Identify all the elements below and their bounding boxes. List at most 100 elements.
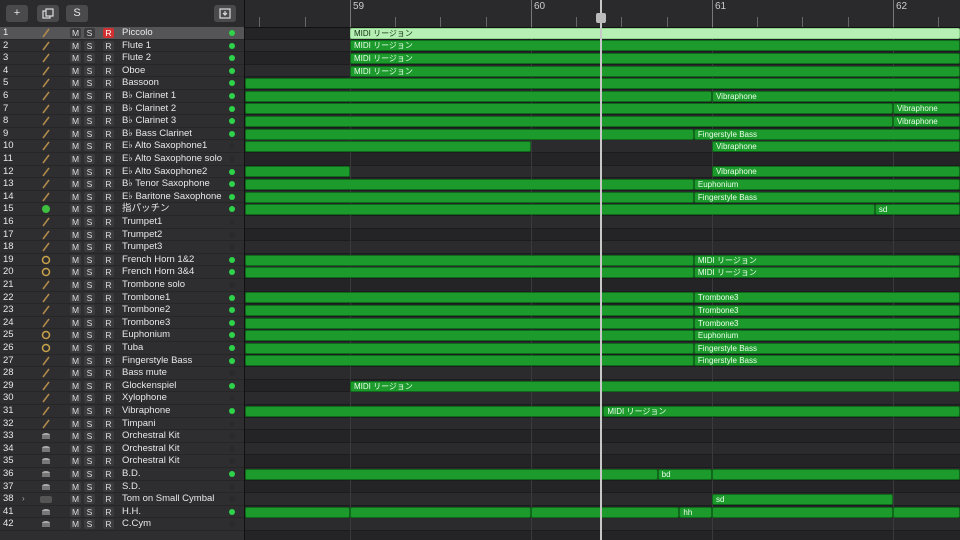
midi-region[interactable]: sd [874, 204, 960, 216]
track-name[interactable]: B♭ Bass Clarinet [122, 128, 192, 140]
track-row[interactable]: 24 M S R Trombone3 [0, 317, 244, 330]
solo-button[interactable]: S [84, 280, 95, 290]
mute-button[interactable]: M [70, 443, 81, 454]
solo-button[interactable]: S [84, 494, 95, 505]
track-row[interactable]: 36 M S R B.D. [0, 468, 244, 481]
track-row[interactable]: 11 M S R E♭ Alto Saxophone solo [0, 153, 244, 166]
track-row[interactable]: 34 M S R Orchestral Kit [0, 443, 244, 456]
track-on-indicator[interactable] [229, 370, 235, 377]
track-name[interactable]: Orchestral Kit [122, 430, 180, 442]
solo-button[interactable]: S [84, 456, 95, 467]
midi-region[interactable]: MIDI リージョン [349, 40, 960, 52]
track-on-indicator[interactable] [229, 143, 235, 150]
midi-region[interactable]: Trombone3 [693, 317, 960, 329]
midi-region[interactable] [245, 267, 694, 279]
track-row[interactable]: 5 M S R Bassoon [0, 77, 244, 90]
mute-button[interactable]: M [70, 481, 81, 492]
midi-region[interactable]: Euphonium [693, 330, 960, 342]
track-on-indicator[interactable] [229, 193, 235, 200]
track-on-indicator[interactable] [229, 244, 235, 251]
mute-button[interactable]: M [70, 28, 81, 38]
mute-button[interactable]: M [70, 292, 81, 303]
track-name[interactable]: Timpani [122, 418, 155, 430]
track-name[interactable]: E♭ Alto Saxophone2 [122, 166, 207, 178]
track-on-indicator[interactable] [229, 80, 235, 87]
record-enable-button[interactable]: R [103, 418, 114, 429]
mute-button[interactable]: M [70, 166, 81, 177]
midi-region[interactable]: Vibraphone [892, 116, 960, 127]
track-row[interactable]: 13 M S R B♭ Tenor Saxophone [0, 178, 244, 191]
solo-button[interactable]: S [84, 91, 95, 101]
midi-region[interactable] [711, 468, 960, 480]
track-name[interactable]: Trombone2 [122, 304, 170, 316]
record-enable-button[interactable]: R [103, 254, 114, 265]
record-enable-button[interactable]: R [103, 267, 114, 278]
track-on-indicator[interactable] [229, 395, 235, 402]
track-on-indicator[interactable] [229, 319, 235, 326]
mute-button[interactable]: M [70, 154, 81, 164]
track-name[interactable]: B♭ Clarinet 3 [122, 115, 176, 127]
mute-button[interactable]: M [70, 330, 81, 341]
track-name[interactable]: Orchestral Kit [122, 443, 180, 455]
solo-button[interactable]: S [84, 469, 95, 479]
track-name[interactable]: Euphonium [122, 329, 170, 341]
track-on-indicator[interactable] [229, 269, 235, 276]
solo-button[interactable]: S [84, 204, 95, 215]
track-name[interactable]: Fingerstyle Bass [122, 355, 192, 367]
track-row[interactable]: 4 M S R Oboe [0, 65, 244, 78]
midi-region[interactable]: MIDI リージョン [693, 267, 960, 279]
track-lane[interactable] [245, 518, 960, 531]
track-on-indicator[interactable] [229, 42, 235, 49]
track-row[interactable]: 16 M S R Trumpet1 [0, 216, 244, 229]
mute-button[interactable]: M [70, 229, 81, 240]
record-enable-button[interactable]: R [103, 103, 114, 114]
record-enable-button[interactable]: R [103, 242, 114, 253]
track-name[interactable]: C.Cym [122, 518, 151, 530]
track-on-indicator[interactable] [229, 433, 235, 440]
record-enable-button[interactable]: R [103, 343, 114, 353]
solo-button[interactable]: S [84, 431, 95, 442]
record-enable-button[interactable]: R [103, 141, 114, 152]
track-row[interactable]: 22 M S R Trombone1 [0, 292, 244, 305]
record-enable-button[interactable]: R [103, 91, 114, 101]
record-enable-button[interactable]: R [103, 78, 114, 89]
track-row[interactable]: 41 M S R H.H. [0, 506, 244, 519]
midi-region[interactable]: MIDI リージョン [349, 27, 960, 39]
track-on-indicator[interactable] [229, 345, 235, 351]
track-on-indicator[interactable] [229, 231, 235, 238]
midi-region[interactable]: Fingerstyle Bass [693, 191, 960, 203]
track-name[interactable]: Vibraphone [122, 405, 170, 417]
track-row[interactable]: 9 M S R B♭ Bass Clarinet [0, 128, 244, 141]
record-enable-button[interactable]: R [103, 355, 114, 366]
record-enable-button[interactable]: R [103, 191, 114, 202]
midi-region[interactable]: hh [679, 506, 712, 518]
mute-button[interactable]: M [70, 431, 81, 442]
add-track-button[interactable]: + [6, 5, 28, 22]
track-row[interactable]: 31 M S R Vibraphone [0, 405, 244, 418]
track-lane[interactable] [245, 241, 960, 254]
mute-button[interactable]: M [70, 355, 81, 366]
midi-region[interactable]: MIDI リージョン [693, 254, 960, 266]
mute-button[interactable]: M [70, 456, 81, 467]
record-enable-button[interactable]: R [103, 519, 114, 530]
mute-button[interactable]: M [70, 65, 81, 76]
track-on-indicator[interactable] [229, 130, 235, 137]
track-lane[interactable] [245, 417, 960, 431]
solo-button[interactable]: S [84, 393, 95, 404]
record-enable-button[interactable]: R [103, 28, 114, 38]
track-name[interactable]: E♭ Baritone Saxophone [122, 191, 222, 203]
track-name[interactable]: Flute 1 [122, 40, 151, 52]
catch-button[interactable] [214, 5, 236, 22]
midi-region[interactable]: MIDI リージョン [349, 53, 960, 64]
track-on-indicator[interactable] [229, 408, 235, 414]
midi-region[interactable] [892, 506, 960, 518]
midi-region[interactable]: MIDI リージョン [603, 405, 960, 417]
mute-button[interactable]: M [70, 91, 81, 101]
record-enable-button[interactable]: R [103, 317, 114, 328]
mute-button[interactable]: M [70, 53, 81, 64]
duplicate-track-button[interactable] [37, 5, 59, 22]
midi-region[interactable] [245, 128, 694, 140]
record-enable-button[interactable]: R [103, 456, 114, 467]
midi-region[interactable]: sd [711, 494, 893, 505]
mute-button[interactable]: M [70, 128, 81, 139]
